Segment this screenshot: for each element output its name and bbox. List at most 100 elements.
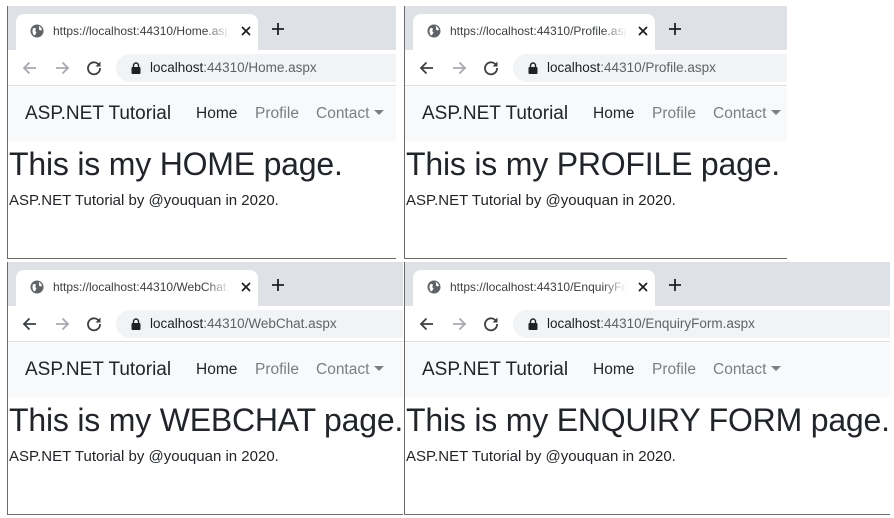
address-bar[interactable]: localhost:44310/Home.aspx — [116, 54, 396, 82]
tab-title: https://localhost:44310/Home.aspx — [53, 24, 230, 38]
url-path: :44310/Home.aspx — [203, 60, 317, 75]
footer-text: ASP.NET Tutorial by @youquan in 2020. — [406, 448, 676, 465]
page-heading: This is my PROFILE page. — [406, 146, 780, 182]
browser-tab[interactable]: https://localhost:44310/WebChat.aspx — [16, 270, 258, 306]
nav-link-home[interactable]: Home — [593, 361, 634, 379]
lock-icon — [528, 62, 538, 74]
arrow-left-icon[interactable] — [21, 315, 39, 333]
nav-contact-label: Contact — [713, 361, 767, 378]
browser-toolbar: localhost:44310/Home.aspx — [8, 50, 396, 86]
nav-dropdown-contact[interactable]: Contact — [713, 105, 782, 123]
tab-strip: https://localhost:44310/EnquiryForm.aspx — [405, 262, 890, 306]
browser-toolbar: localhost:44310/Profile.aspx — [405, 50, 787, 86]
nav-contact-label: Contact — [316, 105, 370, 122]
tab-strip: https://localhost:44310/WebChat.aspx — [8, 262, 403, 306]
nav-link-profile[interactable]: Profile — [255, 105, 299, 123]
nav-dropdown-contact[interactable]: Contact — [713, 361, 782, 379]
caret-down-icon — [771, 110, 782, 115]
footer-text: ASP.NET Tutorial by @youquan in 2020. — [9, 448, 279, 465]
nav-link-home[interactable]: Home — [593, 105, 634, 123]
globe-icon — [427, 280, 441, 294]
url-host: localhost — [547, 316, 601, 331]
globe-icon — [427, 24, 441, 38]
footer-text: ASP.NET Tutorial by @youquan in 2020. — [9, 192, 279, 209]
url-text: localhost:44310/EnquiryForm.aspx — [547, 316, 755, 332]
nav-link-home[interactable]: Home — [196, 105, 237, 123]
page-heading: This is my ENQUIRY FORM page. — [406, 402, 890, 438]
browser-window-webchat: https://localhost:44310/WebChat.aspx loc… — [7, 262, 403, 515]
tab-title: https://localhost:44310/WebChat.aspx — [53, 280, 230, 294]
address-bar[interactable]: localhost:44310/Profile.aspx — [513, 54, 787, 82]
site-navbar: ASP.NET Tutorial Home Profile Contact — [405, 343, 890, 397]
nav-link-profile[interactable]: Profile — [255, 361, 299, 379]
site-navbar: ASP.NET Tutorial Home Profile Contact — [8, 343, 403, 397]
navbar-brand[interactable]: ASP.NET Tutorial — [25, 103, 171, 125]
nav-dropdown-contact[interactable]: Contact — [316, 105, 385, 123]
browser-toolbar: localhost:44310/EnquiryForm.aspx — [405, 306, 890, 342]
plus-icon[interactable] — [668, 22, 682, 36]
navbar-brand[interactable]: ASP.NET Tutorial — [25, 359, 171, 381]
close-icon[interactable] — [635, 23, 651, 39]
tab-title: https://localhost:44310/EnquiryForm.aspx — [450, 280, 627, 294]
nav-link-profile[interactable]: Profile — [652, 361, 696, 379]
nav-link-home[interactable]: Home — [196, 361, 237, 379]
tab-strip: https://localhost:44310/Profile.aspx — [405, 6, 787, 50]
close-icon[interactable] — [635, 279, 651, 295]
tab-strip: https://localhost:44310/Home.aspx — [8, 6, 396, 50]
reload-icon[interactable] — [482, 315, 500, 333]
caret-down-icon — [771, 366, 782, 371]
nav-dropdown-contact[interactable]: Contact — [316, 361, 385, 379]
caret-down-icon — [374, 110, 385, 115]
arrow-right-icon[interactable] — [53, 59, 71, 77]
nav-contact-label: Contact — [713, 105, 767, 122]
address-bar[interactable]: localhost:44310/EnquiryForm.aspx — [513, 310, 890, 338]
url-path: :44310/WebChat.aspx — [203, 316, 337, 331]
url-text: localhost:44310/WebChat.aspx — [150, 316, 337, 332]
site-navbar: ASP.NET Tutorial Home Profile Contact — [8, 87, 396, 141]
tab-title: https://localhost:44310/Profile.aspx — [450, 24, 627, 38]
url-text: localhost:44310/Profile.aspx — [547, 60, 716, 76]
plus-icon[interactable] — [271, 278, 285, 292]
arrow-right-icon[interactable] — [53, 315, 71, 333]
lock-icon — [528, 318, 538, 330]
lock-icon — [131, 62, 141, 74]
navbar-brand[interactable]: ASP.NET Tutorial — [422, 103, 568, 125]
browser-tab[interactable]: https://localhost:44310/Home.aspx — [16, 14, 258, 50]
url-path: :44310/EnquiryForm.aspx — [600, 316, 755, 331]
arrow-left-icon[interactable] — [21, 59, 39, 77]
close-icon[interactable] — [238, 23, 254, 39]
nav-link-profile[interactable]: Profile — [652, 105, 696, 123]
browser-tab[interactable]: https://localhost:44310/Profile.aspx — [413, 14, 655, 50]
reload-icon[interactable] — [85, 315, 103, 333]
browser-window-enquiry-form: https://localhost:44310/EnquiryForm.aspx… — [404, 262, 890, 515]
navbar-brand[interactable]: ASP.NET Tutorial — [422, 359, 568, 381]
caret-down-icon — [374, 366, 385, 371]
plus-icon[interactable] — [271, 22, 285, 36]
browser-window-profile: https://localhost:44310/Profile.aspx loc… — [404, 6, 787, 259]
page-heading: This is my WEBCHAT page. — [9, 402, 403, 438]
url-host: localhost — [150, 60, 204, 75]
browser-tab[interactable]: https://localhost:44310/EnquiryForm.aspx — [413, 270, 655, 306]
browser-window-home: https://localhost:44310/Home.aspx localh… — [7, 6, 396, 259]
url-host: localhost — [547, 60, 601, 75]
browser-toolbar: localhost:44310/WebChat.aspx — [8, 306, 403, 342]
close-icon[interactable] — [238, 279, 254, 295]
url-path: :44310/Profile.aspx — [600, 60, 716, 75]
address-bar[interactable]: localhost:44310/WebChat.aspx — [116, 310, 403, 338]
reload-icon[interactable] — [85, 59, 103, 77]
globe-icon — [30, 280, 44, 294]
reload-icon[interactable] — [482, 59, 500, 77]
arrow-right-icon[interactable] — [450, 315, 468, 333]
plus-icon[interactable] — [668, 278, 682, 292]
arrow-left-icon[interactable] — [418, 59, 436, 77]
url-text: localhost:44310/Home.aspx — [150, 60, 317, 76]
lock-icon — [131, 318, 141, 330]
site-navbar: ASP.NET Tutorial Home Profile Contact — [405, 87, 787, 141]
footer-text: ASP.NET Tutorial by @youquan in 2020. — [406, 192, 676, 209]
globe-icon — [30, 24, 44, 38]
page-heading: This is my HOME page. — [9, 146, 343, 182]
nav-contact-label: Contact — [316, 361, 370, 378]
url-host: localhost — [150, 316, 204, 331]
arrow-left-icon[interactable] — [418, 315, 436, 333]
arrow-right-icon[interactable] — [450, 59, 468, 77]
